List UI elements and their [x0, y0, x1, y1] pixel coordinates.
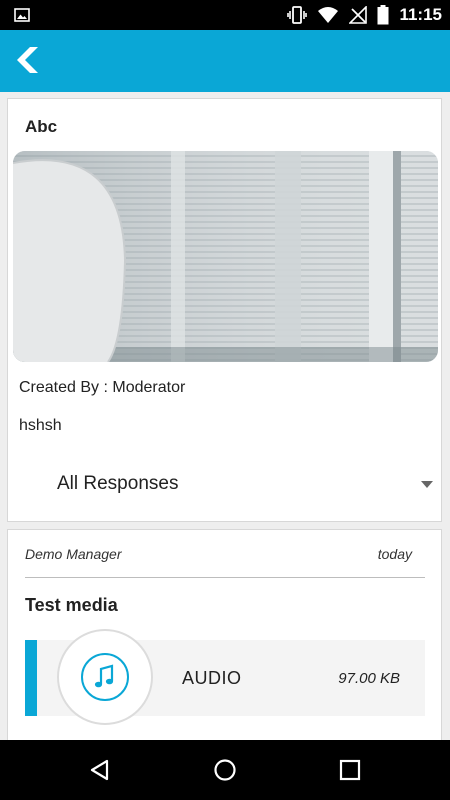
response-title: Test media	[25, 595, 118, 615]
vibrate-icon	[287, 6, 308, 24]
wifi-icon	[318, 7, 339, 23]
battery-icon	[377, 5, 389, 25]
responses-filter-dropdown[interactable]: All Responses	[8, 461, 441, 509]
dropdown-selected-value: All Responses	[57, 473, 179, 494]
post-description: hshsh	[19, 417, 62, 434]
response-timestamp: today	[377, 546, 412, 562]
back-arrow-icon[interactable]	[12, 45, 42, 75]
photo-content	[13, 151, 438, 362]
nav-back-icon[interactable]	[86, 756, 114, 784]
nav-home-icon[interactable]	[211, 756, 239, 784]
app-bar	[0, 30, 450, 92]
status-bar: 11:15	[0, 0, 450, 30]
music-note-icon	[81, 653, 129, 701]
nav-recents-icon[interactable]	[336, 756, 364, 784]
post-title: Abc	[25, 117, 58, 136]
attachment-accent-bar	[25, 640, 37, 716]
attachment-type: AUDIO	[182, 668, 242, 688]
post-image[interactable]	[13, 151, 438, 362]
dropdown-caret-icon	[421, 481, 433, 488]
divider	[25, 577, 425, 578]
navigation-bar	[0, 740, 450, 800]
response-card: Demo Manager today Test media AUDIO 97.0…	[7, 529, 442, 740]
audio-attachment[interactable]: AUDIO 97.00 KB	[25, 629, 425, 725]
audio-play-button[interactable]	[57, 629, 153, 725]
content-area[interactable]: Abc Created By: Moderator hshsh All Res…	[0, 92, 450, 740]
gallery-icon	[14, 8, 30, 22]
clock: 11:15	[399, 5, 442, 24]
no-signal-icon	[349, 6, 368, 24]
attachment-size: 97.00 KB	[338, 670, 400, 687]
post-card: Abc Created By: Moderator hshsh All Res…	[7, 98, 442, 522]
created-by-label: Created By : Moderator	[19, 379, 186, 396]
response-author: Demo Manager	[25, 546, 122, 562]
